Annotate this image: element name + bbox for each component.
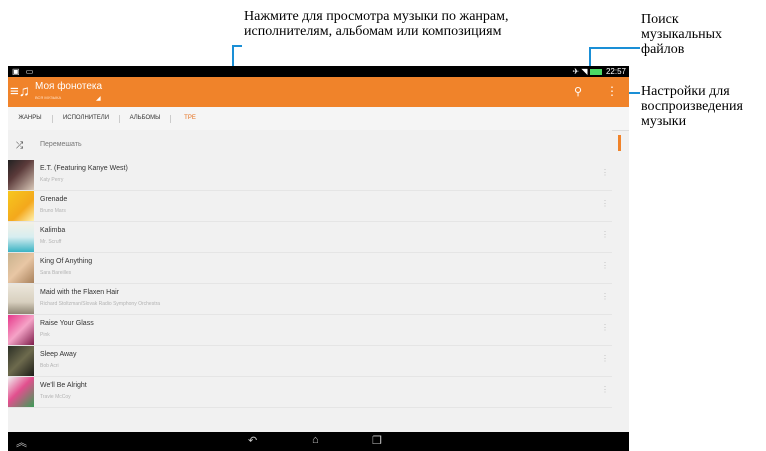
track-row[interactable]: Sleep Away Bob Acri ⋮	[8, 346, 612, 377]
album-art	[8, 315, 34, 345]
back-icon[interactable]: ↶	[248, 434, 257, 447]
track-artist: Bob Acri	[40, 363, 59, 369]
recent-apps-icon[interactable]: ❐	[372, 434, 382, 447]
tab-tracks[interactable]: ТРЕ	[171, 107, 209, 132]
track-artist: Bruno Mars	[40, 208, 66, 214]
track-row[interactable]: Grenade Bruno Mars ⋮	[8, 191, 612, 222]
status-bar: ▣ ▭ ✈ ◥ 22:57	[8, 66, 629, 77]
annotation-categories: Нажмите для просмотра музыки по жанрам, …	[244, 9, 509, 39]
annotation-settings: Настройки для воспроизведения музыки	[641, 84, 743, 129]
track-menu-icon[interactable]: ⋮	[601, 168, 609, 177]
track-row[interactable]: E.T. (Featuring Kanye West) Katy Perry ⋮	[8, 160, 612, 191]
track-artist: Mr. Scruff	[40, 239, 62, 245]
track-artist: Richard Stoltzman/Slovak Radio Symphony …	[40, 301, 161, 307]
track-artist: Travie McCoy	[40, 394, 71, 400]
track-menu-icon[interactable]: ⋮	[601, 261, 609, 270]
track-menu-icon[interactable]: ⋮	[601, 385, 609, 394]
headphones-icon[interactable]: ≡♫	[10, 82, 30, 102]
track-title: E.T. (Featuring Kanye West)	[40, 165, 128, 172]
album-art	[8, 346, 34, 376]
search-icon[interactable]: ⚲	[574, 85, 582, 98]
shuffle-all-button[interactable]: ⤮ Перемешать	[8, 130, 612, 160]
track-menu-icon[interactable]: ⋮	[601, 199, 609, 208]
album-art	[8, 222, 34, 252]
track-row[interactable]: Maid with the Flaxen Hair Richard Stoltz…	[8, 284, 612, 315]
album-art	[8, 191, 34, 221]
scroll-indicator[interactable]	[618, 135, 621, 151]
track-artist: Katy Perry	[40, 177, 64, 183]
track-artist: Sara Bareilles	[40, 270, 72, 276]
dropdown-caret-icon[interactable]: ◢	[96, 95, 101, 102]
battery-icon	[589, 68, 602, 75]
row-divider	[8, 407, 612, 408]
album-art	[8, 284, 34, 314]
track-menu-icon[interactable]: ⋮	[601, 354, 609, 363]
track-title: Sleep Away	[40, 351, 77, 358]
album-art	[8, 377, 34, 407]
status-right: ✈ ◥ 22:57	[572, 67, 626, 76]
track-list: ⤮ Перемешать E.T. (Featuring Kanye West)…	[8, 130, 612, 432]
track-artist: Pink	[40, 332, 50, 338]
track-menu-icon[interactable]: ⋮	[601, 230, 609, 239]
tab-genres[interactable]: ЖАНРЫ	[8, 107, 52, 130]
clock: 22:57	[605, 67, 626, 76]
app-bar: ≡♫ Моя фонотека ВСЯ МУЗЫКА ◢ ⚲ ⋮	[8, 77, 629, 107]
track-title: Kalimba	[40, 227, 66, 234]
shuffle-icon: ⤮	[16, 140, 24, 150]
track-title: Maid with the Flaxen Hair	[40, 289, 119, 296]
home-icon[interactable]: ⌂	[312, 434, 319, 446]
tab-artists[interactable]: ИСПОЛНИТЕЛИ	[53, 107, 119, 130]
track-title: Raise Your Glass	[40, 320, 94, 327]
track-title: Grenade	[40, 196, 68, 203]
navigation-bar: ︽ ↶ ⌂ ❐	[8, 432, 629, 451]
callout-line	[590, 47, 640, 49]
track-row[interactable]: We'll Be Alright Travie McCoy ⋮	[8, 377, 612, 408]
more-options-icon[interactable]: ⋮	[606, 84, 618, 98]
annotation-search: Поиск музыкальных файлов	[641, 12, 722, 57]
track-row[interactable]: Raise Your Glass Pink ⋮	[8, 315, 612, 346]
category-tabs: ЖАНРЫ ИСПОЛНИТЕЛИ АЛЬБОМЫ ТРЕ	[8, 107, 629, 132]
shuffle-label: Перемешать	[40, 141, 82, 148]
album-art	[8, 253, 34, 283]
notification-icons: ▣ ▭	[12, 67, 36, 76]
app-subtitle: ВСЯ МУЗЫКА	[35, 95, 62, 100]
track-menu-icon[interactable]: ⋮	[601, 323, 609, 332]
tab-albums[interactable]: АЛЬБОМЫ	[120, 107, 170, 130]
track-menu-icon[interactable]: ⋮	[601, 292, 609, 301]
album-art	[8, 160, 34, 190]
callout-line	[232, 45, 242, 47]
tablet-screen: ▣ ▭ ✈ ◥ 22:57 ≡♫ Моя фонотека ВСЯ МУЗЫКА…	[8, 66, 629, 451]
hide-keyboard-icon[interactable]: ︽	[16, 434, 27, 450]
track-row[interactable]: Kalimba Mr. Scruff ⋮	[8, 222, 612, 253]
app-title[interactable]: Моя фонотека	[35, 81, 102, 92]
track-title: We'll Be Alright	[40, 382, 87, 389]
track-title: King Of Anything	[40, 258, 93, 265]
signal-icon: ✈ ◥	[572, 67, 590, 76]
track-row[interactable]: King Of Anything Sara Bareilles ⋮	[8, 253, 612, 284]
